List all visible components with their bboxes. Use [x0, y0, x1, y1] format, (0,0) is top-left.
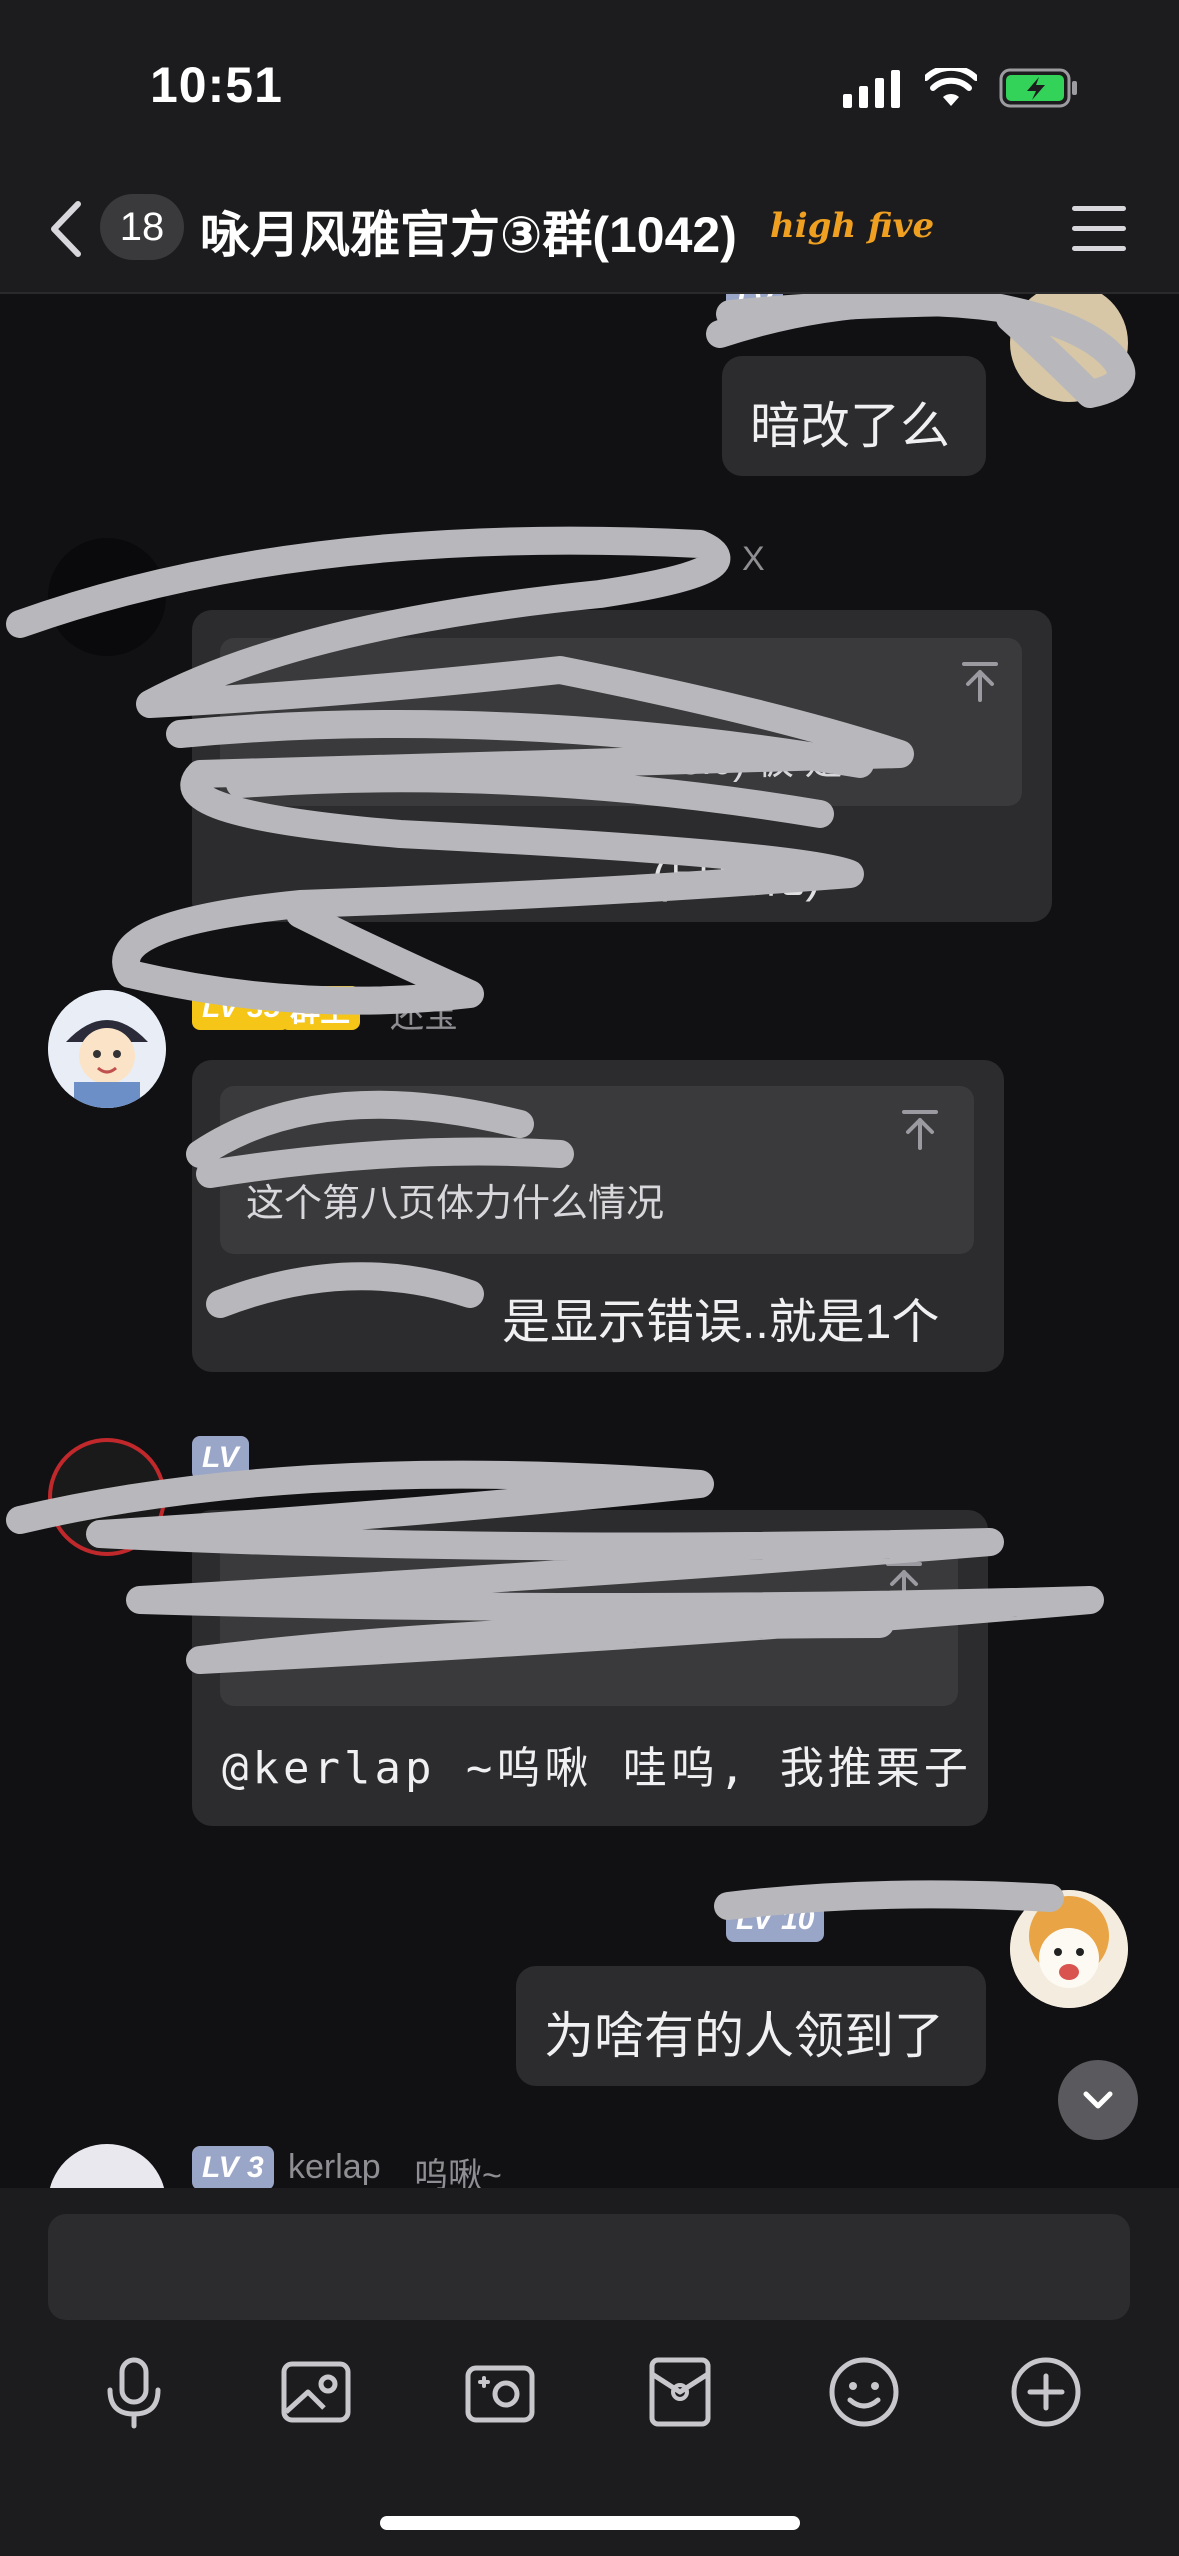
message-input[interactable]: [48, 2214, 1130, 2320]
message-text: 是显示错误..就是1个: [502, 1296, 940, 1349]
avatar[interactable]: [48, 1438, 166, 1556]
camera-icon[interactable]: [460, 2352, 540, 2432]
high-five-badge[interactable]: high five: [770, 206, 934, 246]
menu-icon: [1072, 206, 1126, 211]
role-badge: 群主: [280, 986, 360, 1030]
quote-text: 这个第八页体力什么情况: [246, 1183, 665, 1225]
status-time: 10:51: [150, 57, 283, 113]
message-bubble[interactable]: 这个第八页体力什么情况 是显示错误..就是1个: [192, 1060, 1004, 1372]
emoji-icon[interactable]: [824, 2352, 904, 2432]
avatar[interactable]: [48, 990, 166, 1108]
message-bubble[interactable]: 暗改了么: [722, 356, 986, 476]
avatar[interactable]: [1010, 1890, 1128, 2008]
quoted-message[interactable]: 3.0) 板 是: [220, 638, 1022, 806]
quote-text: 3.0) 板 是: [680, 741, 843, 783]
sender-name: X: [742, 540, 765, 578]
home-indicator[interactable]: [380, 2516, 800, 2530]
avatar[interactable]: [1010, 294, 1128, 402]
message-text: (已点花): [652, 850, 821, 902]
wifi-icon: [925, 68, 977, 106]
sender-title: 呜啾~: [414, 2157, 502, 2188]
avatar[interactable]: [48, 538, 166, 656]
level-badge: LV 10: [726, 1898, 825, 1942]
jump-to-top-icon[interactable]: [882, 1560, 926, 1604]
chat-title[interactable]: 咏月风雅官方③群(1042): [200, 195, 737, 267]
quoted-message[interactable]: [220, 1538, 958, 1706]
microphone-icon[interactable]: [94, 2352, 174, 2432]
level-badge: LV: [192, 1436, 249, 1480]
jump-to-top-icon[interactable]: [898, 1108, 942, 1152]
battery-charging-icon: [999, 68, 1077, 108]
avatar[interactable]: [48, 2144, 166, 2188]
message-text: 为啥有的人领到了: [544, 2008, 944, 2064]
menu-button[interactable]: [1072, 204, 1126, 254]
chevron-down-icon: [1083, 2091, 1113, 2109]
level-badge: LV 3: [192, 2146, 274, 2188]
quoted-message[interactable]: 这个第八页体力什么情况: [220, 1086, 974, 1254]
image-icon[interactable]: [276, 2352, 356, 2432]
message-list[interactable]: LV 暗改了么 X 3.0) 板 是 (已点花) LV 35 群主 还宝 这个第…: [0, 294, 1179, 2188]
jump-to-top-icon[interactable]: [958, 660, 1002, 704]
plus-icon[interactable]: [1006, 2352, 1086, 2432]
unread-count-badge[interactable]: 18: [100, 194, 184, 260]
level-badge: LV 35: [192, 986, 291, 1030]
chevron-left-icon: [51, 201, 81, 257]
signal-icon: [843, 70, 900, 108]
sender-name: kerlap: [288, 2148, 381, 2186]
level-badge: LV: [726, 294, 783, 324]
red-packet-icon[interactable]: [640, 2352, 720, 2432]
message-bubble[interactable]: @kerlap ~呜啾 哇呜, 我推栗子: [192, 1510, 988, 1826]
message-bubble[interactable]: 3.0) 板 是 (已点花): [192, 610, 1052, 922]
back-button[interactable]: [40, 194, 100, 264]
message-bubble[interactable]: 为啥有的人领到了: [516, 1966, 986, 2086]
status-icons: [843, 66, 1079, 110]
sender-name: 还宝: [390, 997, 458, 1035]
scroll-to-bottom-button[interactable]: [1058, 2060, 1138, 2140]
avatar-image: [48, 990, 166, 1108]
message-text: 暗改了么: [750, 398, 950, 454]
message-text: @kerlap ~呜啾 哇呜, 我推栗子: [222, 1743, 972, 1794]
avatar-image: [1010, 1890, 1128, 2008]
